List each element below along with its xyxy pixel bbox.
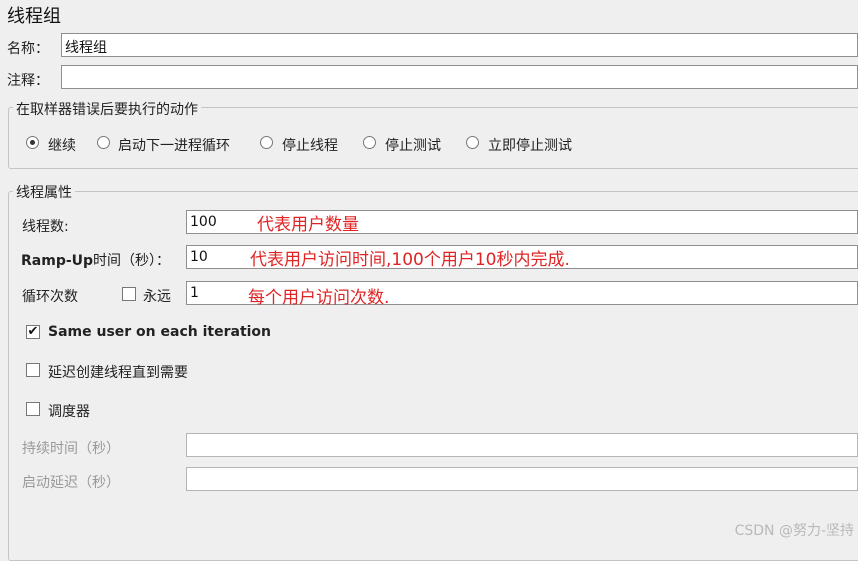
radio-continue[interactable] (26, 136, 39, 149)
ramp-up-annotation: 代表用户访问时间,100个用户10秒内完成. (250, 250, 570, 270)
scheduler-label[interactable]: 调度器 (48, 401, 90, 421)
radio-stop-now[interactable] (466, 136, 479, 149)
radio-stop-thread[interactable] (260, 136, 273, 149)
watermark: CSDN @努力-坚持 (734, 523, 854, 539)
duration-input[interactable] (186, 433, 858, 457)
delay-create-label[interactable]: 延迟创建线程直到需要 (48, 362, 188, 382)
startup-delay-input[interactable] (186, 467, 858, 491)
num-threads-label: 线程数: (22, 219, 69, 235)
page-title: 线程组 (7, 6, 61, 27)
startup-delay-label: 启动延迟（秒） (22, 475, 120, 491)
radio-stop-now-label[interactable]: 立即停止测试 (488, 135, 572, 155)
name-label: 名称： (7, 41, 49, 57)
duration-label: 持续时间（秒） (22, 441, 120, 457)
radio-stop-thread-label[interactable]: 停止线程 (282, 135, 338, 155)
radio-next-loop-label[interactable]: 启动下一进程循环 (118, 135, 230, 155)
loop-count-annotation: 每个用户访问次数. (248, 288, 390, 308)
loop-count-label: 循环次数 (22, 289, 78, 305)
scheduler-checkbox[interactable] (26, 402, 40, 416)
error-action-legend: 在取样器错误后要执行的动作 (13, 99, 201, 119)
radio-stop-test[interactable] (363, 136, 376, 149)
radio-stop-test-label[interactable]: 停止测试 (385, 135, 441, 155)
forever-checkbox[interactable] (122, 287, 136, 301)
comment-label: 注释： (7, 73, 49, 89)
name-input[interactable]: 线程组 (61, 33, 858, 57)
same-user-label[interactable]: Same user on each iteration (48, 324, 271, 340)
radio-continue-label[interactable]: 继续 (48, 135, 76, 155)
num-threads-annotation: 代表用户数量 (257, 215, 359, 235)
forever-label[interactable]: 永远 (143, 286, 171, 306)
ramp-up-label: Ramp-Up时间（秒）： (21, 253, 171, 269)
delay-create-checkbox[interactable] (26, 363, 40, 377)
comment-input[interactable] (61, 65, 858, 89)
thread-props-legend: 线程属性 (13, 182, 75, 202)
same-user-checkbox[interactable]: ✔ (26, 325, 40, 339)
radio-next-loop[interactable] (97, 136, 110, 149)
